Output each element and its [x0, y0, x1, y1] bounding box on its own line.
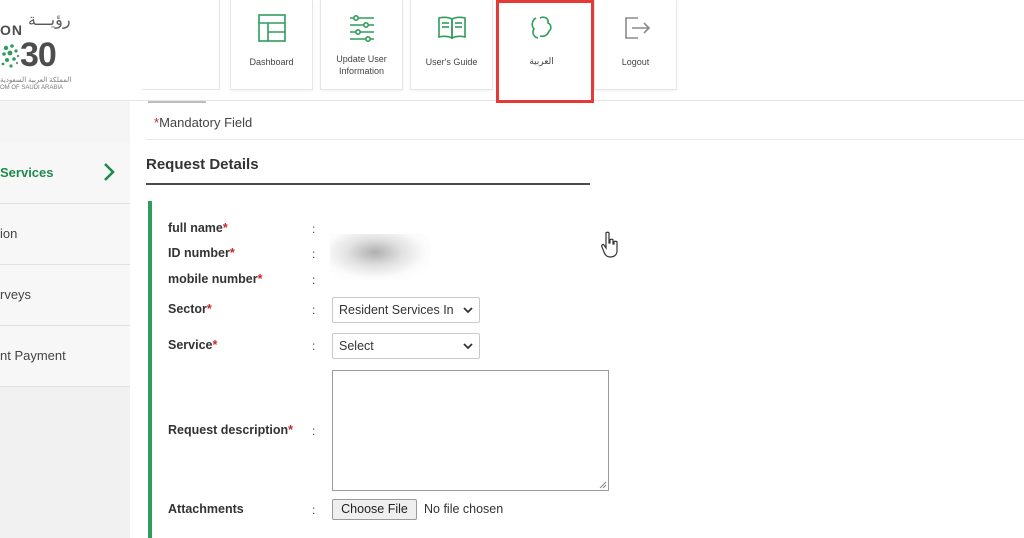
sidebar-item-services[interactable]: Services — [0, 143, 130, 204]
sidebar-item-surveys[interactable]: rveys — [0, 265, 130, 326]
logo-emblem-icon — [1, 44, 20, 68]
colon: : — [312, 303, 316, 317]
update-user-icon — [349, 15, 374, 42]
colon: : — [312, 222, 316, 236]
mandatory-label: Mandatory Field — [159, 115, 253, 130]
sector-select[interactable]: Resident Services In — [332, 297, 480, 323]
top-accent-line — [148, 101, 206, 103]
logo-number: 30 — [20, 36, 57, 74]
full-name-text: full name — [168, 221, 223, 235]
colon: : — [312, 273, 316, 287]
vision-2030-logo: رؤيـــة ON 30 المملكة العربية السعودية O… — [0, 8, 90, 91]
nav-dashboard-label: Dashboard — [249, 57, 294, 67]
sidebar-item-label: nt Payment — [0, 348, 66, 363]
service-select[interactable]: Select — [332, 333, 480, 359]
nav-dashboard-button[interactable]: Dashboard — [230, 0, 313, 90]
dashboard-icon — [257, 14, 286, 42]
logout-icon — [624, 17, 650, 39]
attachments-label: Attachments — [168, 502, 244, 516]
sidebar-item-payment[interactable]: nt Payment — [0, 326, 130, 387]
header: رؤيـــة ON 30 المملكة العربية السعودية O… — [0, 0, 1024, 103]
required-mark: * — [288, 423, 294, 437]
book-icon — [437, 16, 466, 40]
full-name-label: full name* — [168, 221, 228, 235]
attachments-text: Attachments — [168, 502, 244, 516]
logo-subtitle-arabic: المملكة العربية السعودية — [0, 77, 72, 84]
highlight-box — [496, 0, 594, 103]
sidebar-item-label: rveys — [0, 287, 32, 302]
sidebar: Services ion rveys nt Payment — [0, 101, 130, 538]
nav-tile-empty — [142, 0, 220, 90]
required-mark: * — [257, 272, 263, 286]
chevron-down-icon — [463, 343, 473, 350]
colon: : — [312, 424, 316, 438]
mandatory-note: *Mandatory Field — [154, 115, 252, 130]
chevron-right-icon — [104, 163, 115, 181]
mobile-number-label: mobile number* — [168, 272, 262, 286]
hand-cursor-icon — [601, 231, 618, 258]
required-mark: * — [222, 221, 228, 235]
sector-text: Sector — [168, 302, 207, 316]
nav-users-guide-label: User's Guide — [425, 57, 478, 67]
chevron-down-icon — [463, 307, 473, 314]
file-status-text: No file chosen — [424, 502, 504, 516]
form-accent-bar — [148, 201, 152, 538]
choose-file-button[interactable]: Choose File — [332, 499, 417, 520]
service-label: Service* — [168, 338, 217, 352]
required-mark: * — [229, 246, 235, 260]
mandatory-row: *Mandatory Field — [146, 111, 1024, 140]
request-description-textarea[interactable] — [332, 370, 609, 491]
nav-logout-label: Logout — [621, 57, 650, 67]
redacted-personal-info — [330, 234, 430, 280]
service-select-value: Select — [339, 339, 374, 353]
sidebar-item-label: ion — [0, 226, 18, 241]
logo-subtitle-english: OM OF SAUDI ARABIA — [0, 85, 64, 91]
section-underline — [146, 183, 590, 185]
sidebar-empty-area — [0, 387, 130, 538]
nav-logout-button[interactable]: Logout — [594, 0, 677, 90]
colon: : — [312, 503, 316, 517]
service-text: Service — [168, 338, 213, 352]
logo-arabic-text: رؤيـــة — [28, 10, 71, 29]
sidebar-item-2[interactable]: ion — [0, 204, 130, 265]
nav-users-guide-button[interactable]: User's Guide — [410, 0, 493, 90]
nav-update-user-button[interactable]: Update User Information — [320, 0, 403, 90]
colon: : — [312, 339, 316, 353]
required-mark: * — [212, 338, 218, 352]
id-number-text: ID number — [168, 246, 230, 260]
request-description-label: Request description* — [168, 423, 293, 437]
mobile-number-text: mobile number — [168, 272, 258, 286]
resize-grip-icon[interactable] — [599, 481, 607, 489]
request-description-text: Request description — [168, 423, 289, 437]
main-content: *Mandatory Field Request Details full na… — [130, 101, 1024, 538]
sector-label: Sector* — [168, 302, 212, 316]
id-number-label: ID number* — [168, 246, 235, 260]
sector-select-value: Resident Services In — [339, 303, 454, 317]
section-title: Request Details — [146, 156, 259, 173]
sidebar-item-label: Services — [0, 165, 54, 180]
required-mark: * — [206, 302, 212, 316]
nav-update-user-label: Update User Information — [336, 54, 387, 76]
colon: : — [312, 247, 316, 261]
